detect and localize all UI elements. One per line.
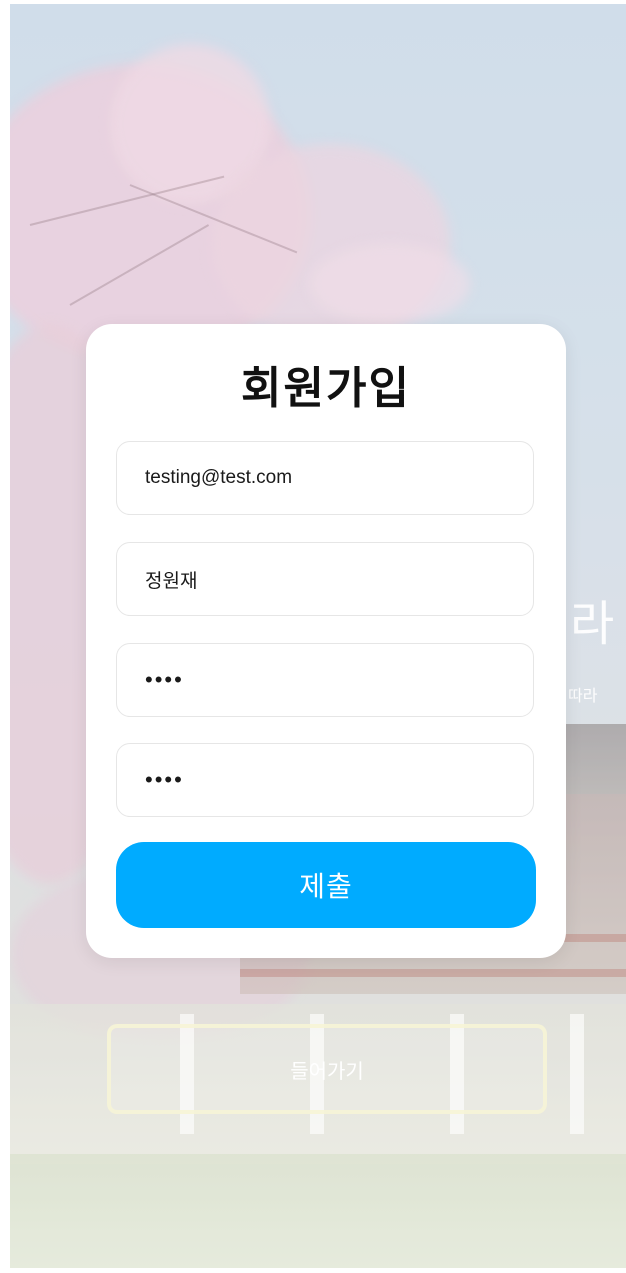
app-screen: 라 따라 들어가기 회원가입 제출 — [10, 4, 626, 1268]
signup-title: 회원가입 — [241, 363, 411, 414]
signup-card: 회원가입 제출 — [86, 324, 566, 958]
submit-button[interactable]: 제출 — [116, 842, 536, 928]
enter-button[interactable]: 들어가기 — [107, 1024, 547, 1114]
name-input[interactable] — [145, 568, 505, 590]
enter-button-label: 들어가기 — [290, 1058, 364, 1083]
password-field[interactable] — [116, 643, 534, 717]
password-confirm-input[interactable] — [145, 767, 505, 793]
password-input[interactable] — [145, 667, 505, 693]
name-field[interactable] — [116, 542, 534, 616]
password-confirm-field[interactable] — [116, 743, 534, 817]
email-field[interactable] — [116, 441, 534, 515]
submit-button-label: 제출 — [299, 870, 353, 903]
email-input[interactable] — [145, 467, 505, 489]
